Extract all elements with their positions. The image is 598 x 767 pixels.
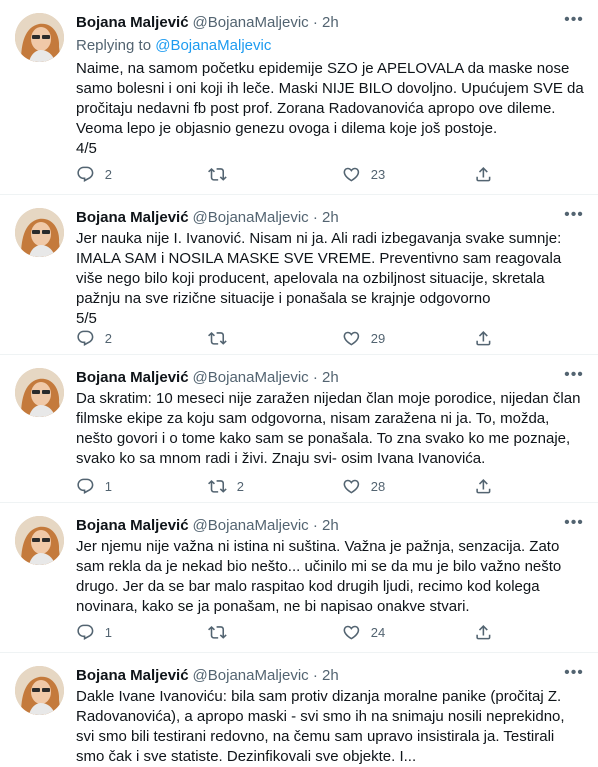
author-handle[interactable]: @BojanaMaljevic — [193, 369, 309, 386]
retweet-count: 2 — [236, 478, 244, 494]
reply-icon — [76, 623, 95, 642]
replying-to-link[interactable]: @BojanaMaljevic — [155, 37, 271, 54]
like-button[interactable]: 23 — [342, 162, 385, 186]
replying-to-label: Replying to — [76, 37, 156, 54]
tweet[interactable]: Bojana Maljević @BojanaMaljevic · 2h ••• … — [0, 503, 598, 653]
retweet-button[interactable] — [208, 620, 237, 644]
author-name[interactable]: Bojana Maljević — [76, 517, 189, 534]
retweet-icon — [208, 329, 227, 348]
tweet-header: Bojana Maljević @BojanaMaljevic · 2h — [76, 666, 578, 686]
like-button[interactable]: 29 — [342, 326, 385, 350]
share-button[interactable] — [474, 620, 493, 644]
like-count: 24 — [370, 624, 386, 640]
like-count: 29 — [370, 330, 386, 346]
avatar[interactable] — [15, 516, 64, 565]
timestamp[interactable]: 2h — [322, 14, 339, 31]
timestamp[interactable]: 2h — [322, 667, 339, 684]
reply-count: 2 — [104, 330, 112, 346]
author-handle[interactable]: @BojanaMaljevic — [193, 14, 309, 31]
reply-button[interactable]: 2 — [76, 162, 112, 186]
timestamp[interactable]: 2h — [322, 209, 339, 226]
separator-dot: · — [312, 14, 318, 31]
avatar[interactable] — [15, 666, 64, 715]
heart-icon — [342, 329, 361, 348]
tweet-header: Bojana Maljević @BojanaMaljevic · 2h — [76, 516, 578, 536]
more-options-icon[interactable]: ••• — [562, 207, 586, 228]
like-button[interactable]: 24 — [342, 620, 385, 644]
reply-button[interactable]: 1 — [76, 620, 112, 644]
reply-button[interactable]: 2 — [76, 326, 112, 350]
author-handle[interactable]: @BojanaMaljevic — [193, 667, 309, 684]
reply-count: 1 — [104, 624, 112, 640]
tweet-actions: 1 24 — [68, 620, 508, 644]
retweet-button[interactable] — [208, 326, 237, 350]
share-icon — [474, 329, 493, 348]
retweet-icon — [208, 165, 227, 184]
reply-icon — [76, 165, 95, 184]
tweet-header: Bojana Maljević @BojanaMaljevic · 2h — [76, 13, 578, 33]
share-button[interactable] — [474, 474, 493, 498]
separator-dot: · — [312, 209, 318, 226]
share-button[interactable] — [474, 162, 493, 186]
share-button[interactable] — [474, 326, 493, 350]
reply-icon — [76, 329, 95, 348]
tweet-actions: 1 2 28 — [68, 474, 508, 498]
avatar[interactable] — [15, 208, 64, 257]
tweet-text: Dakle Ivane Ivanoviću: bila sam protiv d… — [76, 688, 565, 765]
tweet-actions: 2 29 — [68, 326, 508, 350]
reply-button[interactable]: 1 — [76, 474, 112, 498]
reply-count: 1 — [104, 478, 112, 494]
retweet-icon — [208, 623, 227, 642]
share-icon — [474, 165, 493, 184]
separator-dot: · — [312, 667, 318, 684]
author-handle[interactable]: @BojanaMaljevic — [193, 517, 309, 534]
tweet-actions: 2 23 — [68, 162, 508, 186]
tweet-feed: Bojana Maljević @BojanaMaljevic · 2h ••• … — [0, 0, 598, 765]
tweet-text: Jer nauka nije I. Ivanović. Nisam ni ja.… — [76, 230, 562, 327]
share-icon — [474, 477, 493, 496]
retweet-icon — [208, 477, 227, 496]
more-options-icon[interactable]: ••• — [562, 367, 586, 388]
tweet-text: Da skratim: 10 meseci nije zaražen nijed… — [76, 390, 581, 467]
tweet[interactable]: Bojana Maljević @BojanaMaljevic · 2h ••• … — [0, 195, 598, 355]
author-name[interactable]: Bojana Maljević — [76, 667, 189, 684]
heart-icon — [342, 623, 361, 642]
retweet-button[interactable] — [208, 162, 237, 186]
tweet-header: Bojana Maljević @BojanaMaljevic · 2h — [76, 368, 578, 388]
timestamp[interactable]: 2h — [322, 517, 339, 534]
more-options-icon[interactable]: ••• — [562, 12, 586, 33]
tweet-text: Naime, na samom početku epidemije SZO je… — [76, 60, 584, 157]
tweet[interactable]: Bojana Maljević @BojanaMaljevic · 2h ••• … — [0, 355, 598, 503]
tweet[interactable]: Bojana Maljević @BojanaMaljevic · 2h ••• … — [0, 0, 598, 195]
like-button[interactable]: 28 — [342, 474, 385, 498]
heart-icon — [342, 477, 361, 496]
avatar[interactable] — [15, 368, 64, 417]
avatar[interactable] — [15, 13, 64, 62]
share-icon — [474, 623, 493, 642]
retweet-button[interactable]: 2 — [208, 474, 244, 498]
separator-dot: · — [312, 369, 318, 386]
more-options-icon[interactable]: ••• — [562, 665, 586, 686]
like-count: 28 — [370, 478, 386, 494]
replying-to: Replying to @BojanaMaljevic — [76, 37, 271, 55]
tweet[interactable]: Bojana Maljević @BojanaMaljevic · 2h ••• … — [0, 653, 598, 765]
author-name[interactable]: Bojana Maljević — [76, 209, 189, 226]
tweet-header: Bojana Maljević @BojanaMaljevic · 2h — [76, 208, 578, 228]
heart-icon — [342, 165, 361, 184]
author-handle[interactable]: @BojanaMaljevic — [193, 209, 309, 226]
author-name[interactable]: Bojana Maljević — [76, 369, 189, 386]
tweet-text: Jer njemu nije važna ni istina ni suštin… — [76, 538, 562, 615]
timestamp[interactable]: 2h — [322, 369, 339, 386]
author-name[interactable]: Bojana Maljević — [76, 14, 189, 31]
separator-dot: · — [312, 517, 318, 534]
reply-icon — [76, 477, 95, 496]
reply-count: 2 — [104, 166, 112, 182]
more-options-icon[interactable]: ••• — [562, 515, 586, 536]
like-count: 23 — [370, 166, 386, 182]
